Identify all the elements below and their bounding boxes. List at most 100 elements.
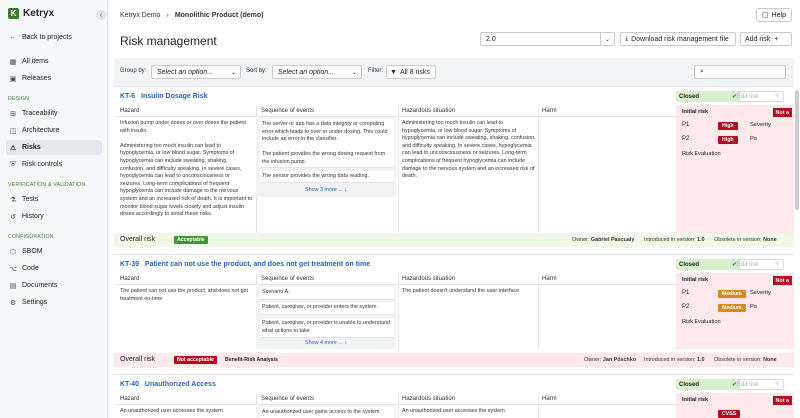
risk-card: KT-6 Insulin Dosage Risk Closed ✔ Edit ri… [114, 86, 794, 247]
page-title: Risk management [120, 34, 217, 48]
search-icon: ⌕ [700, 68, 704, 75]
logo[interactable]: K Ketryx [8, 8, 54, 19]
document-icon: ▤ [9, 282, 17, 290]
help-button[interactable]: ▢ Help [755, 8, 792, 22]
section-design: DESIGN [8, 96, 30, 102]
plus-icon: + [774, 35, 779, 43]
edit-risk-button[interactable]: Edit risk ✎ [732, 379, 784, 390]
architecture-icon: ◫ [9, 127, 17, 135]
status-badge: Closed ✔ [676, 379, 740, 390]
pencil-icon: ✎ [774, 382, 780, 388]
trace-icon: ⊞ [10, 110, 16, 118]
overall-risk-row: Overall risk Acceptable Owner: Gabriel P… [114, 233, 794, 247]
version-select[interactable]: 2.0 ⌄ [480, 32, 615, 46]
benefit-risk-badge: Benefit-Risk Analysis [225, 357, 278, 363]
sort-by-select[interactable]: Select an option... ⌄ [272, 65, 362, 79]
hazard-text: The patient can not use the product, and… [120, 288, 248, 302]
overall-risk-row: Overall risk Not acceptable Benefit-Risk… [114, 353, 794, 367]
flask-icon: ⚗ [9, 196, 17, 204]
sidebar-item-traceability[interactable]: ⊞ Traceability [6, 106, 102, 121]
show-more-link[interactable]: Show 3 more ... ↓ [256, 187, 396, 193]
sidebar-item-all-items[interactable]: ▦ All items [6, 54, 102, 69]
sequence-event: The server or app has a data integrity o… [260, 119, 394, 153]
situation-text: An unauthorized user accesses the system [402, 408, 505, 414]
sequence-event: Patient, caregiver, or provider is unabl… [260, 318, 394, 338]
probability-badge: High [718, 136, 738, 144]
status-badge: Closed ✔ [676, 91, 740, 102]
hazard-text: An unauthorized user accesses the system [120, 408, 223, 414]
sidebar-item-releases[interactable]: ▣ Releases [6, 71, 102, 86]
not-acceptable-badge: Not a [772, 276, 792, 285]
sequence-event: The sensor provides the wrong data readi… [260, 171, 394, 183]
section-configuration: CONFIGURATION [8, 234, 54, 240]
download-icon: ⤓ [625, 35, 629, 42]
help-icon: ▢ [761, 12, 769, 19]
sidebar-item-risk-controls[interactable]: ⛨ Risk controls [6, 157, 102, 172]
breadcrumb-product[interactable]: Monolithic Product (demo) [175, 12, 264, 19]
sidebar-item-architecture[interactable]: ◫ Architecture [6, 123, 102, 138]
risk-title[interactable]: KT-6 Insulin Dosage Risk [120, 93, 208, 100]
not-acceptable-badge: Not a [772, 108, 792, 117]
sidebar-item-history[interactable]: ↺ History [6, 209, 102, 224]
section-verification: VERIFICATION & VALIDATION [8, 182, 86, 188]
risk-card: KT-40 Unauthorized Access Closed ✔ Edit r… [114, 374, 794, 418]
not-acceptable-badge: Not a [772, 396, 792, 405]
chevron-down-icon: ⌄ [230, 69, 236, 76]
status-badge: Closed ✔ [676, 259, 740, 270]
search-input[interactable]: ⌕ [694, 65, 786, 79]
sidebar-item-documents[interactable]: ▤ Documents [6, 278, 102, 293]
situation-text: The patient doesn't understand the user … [402, 288, 520, 294]
scrollbar[interactable] [795, 90, 799, 210]
code-icon: ⌥ [9, 265, 18, 273]
download-button[interactable]: ⤓ Download risk management file [620, 32, 736, 46]
sidebar-item-settings[interactable]: ⚙ Settings [6, 295, 102, 310]
collapse-sidebar-button[interactable]: ‹ [96, 10, 106, 20]
warning-icon: ⚠ [9, 144, 17, 152]
breadcrumb-separator-icon: › [166, 12, 169, 19]
situation-text: Administering too much insulin can lead … [402, 120, 536, 180]
acceptable-badge: Acceptable [174, 236, 208, 244]
shield-icon: ⛨ [10, 160, 16, 168]
filter-label: Filter: [368, 68, 383, 74]
breadcrumb: Ketryx Demo › Monolithic Product (demo) [120, 12, 263, 19]
hazard-text: Infusion pump under doses or over doses … [120, 120, 253, 218]
history-icon: ↺ [10, 213, 16, 221]
sequence-event: The patient provides the wrong dosing re… [260, 149, 394, 168]
sidebar-item-code[interactable]: ⌥ Code [6, 261, 102, 276]
risk-panel: Initial risk Not a P1 High Severity P2 H… [676, 105, 794, 233]
arrow-left-icon: ← [9, 34, 17, 41]
pencil-icon: ✎ [774, 262, 780, 268]
filter-bar: Group by: Select an option... ⌄ Sort by:… [114, 58, 794, 86]
risk-card: KT-39 Patient can not use the product, a… [114, 254, 794, 368]
probability-badge: Medium [718, 304, 746, 312]
sequence-event: Patient, caregiver, or provider enters t… [260, 302, 394, 315]
probability-badge: CVSS [718, 410, 741, 418]
risk-title[interactable]: KT-39 Patient can not use the product, a… [120, 261, 370, 268]
show-more-link[interactable]: Show 4 more ... ↓ [256, 340, 396, 346]
sbom-icon: ⬡ [9, 248, 17, 256]
sort-by-label: Sort by: [246, 68, 267, 74]
pencil-icon: ✎ [774, 94, 780, 100]
chevron-down-icon: ⌄ [600, 33, 614, 45]
risk-panel: Initial risk Not a CVSS [676, 393, 794, 418]
filter-button[interactable]: ▼ All 8 risks [386, 65, 436, 79]
risk-title[interactable]: KT-40 Unauthorized Access [120, 381, 216, 388]
sequence-event: Scenario A: [260, 287, 394, 300]
ketryx-logo-icon: K [8, 8, 19, 19]
sidebar-item-tests[interactable]: ⚗ Tests [6, 192, 102, 207]
group-by-select[interactable]: Select an option... ⌄ [151, 65, 241, 79]
gear-icon: ⚙ [9, 299, 17, 307]
sidebar-item-sbom[interactable]: ⬡ SBOM [6, 244, 102, 259]
breadcrumb-org[interactable]: Ketryx Demo [120, 12, 160, 19]
edit-risk-button[interactable]: Edit risk ✎ [732, 91, 784, 102]
release-icon: ▣ [9, 75, 17, 83]
probability-badge: High [718, 122, 738, 130]
grid-icon: ▦ [9, 58, 17, 66]
add-risk-button[interactable]: Add risk + [740, 32, 792, 46]
sidebar: K Ketryx ‹ ← Back to projects ▦ All item… [0, 0, 108, 418]
risk-panel: Initial risk Not a P1 Medium Severity P2… [676, 273, 794, 349]
edit-risk-button[interactable]: Edit risk ✎ [732, 259, 784, 270]
back-to-projects-link[interactable]: ← Back to projects [6, 30, 102, 45]
group-by-label: Group by: [120, 68, 147, 74]
sidebar-item-risks[interactable]: ⚠ Risks [6, 140, 102, 155]
